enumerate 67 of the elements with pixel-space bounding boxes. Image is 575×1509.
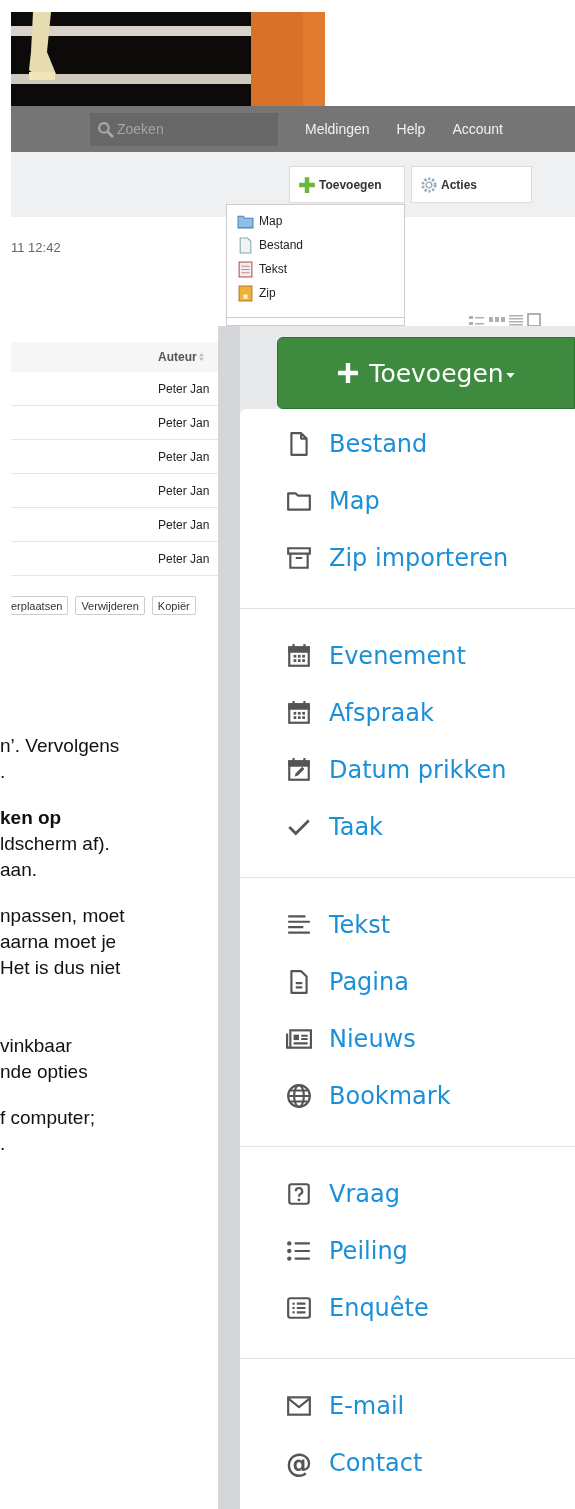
sort-icon[interactable] [198, 353, 204, 361]
table-cell: Peter Jan [158, 381, 210, 396]
menu-item[interactable]: Map [240, 472, 388, 529]
menu-item[interactable]: Datum prikken [240, 741, 515, 798]
document-text: f computer; [0, 1106, 96, 1130]
calendar-icon [286, 699, 312, 726]
add-button[interactable]: Toevoegen [277, 337, 575, 409]
document-text: nde opties [0, 1060, 88, 1084]
menu-item[interactable]: Bestand [240, 415, 436, 472]
table-cell: Peter Jan [158, 449, 210, 464]
gear-icon [420, 175, 438, 194]
table-cell: Peter Jan [158, 483, 210, 498]
menu-item[interactable]: Enquête [240, 1279, 437, 1336]
archive-icon [286, 544, 312, 571]
document-text: npassen, moet [0, 904, 125, 928]
search-icon [97, 120, 114, 138]
at-sign-icon: @ [286, 1449, 312, 1476]
menu-item[interactable]: Bestand [227, 233, 404, 257]
document-icon [237, 260, 254, 278]
table-cell: Peter Jan [158, 551, 210, 566]
document-text: . [0, 760, 6, 784]
menu-item[interactable]: Vraag [240, 1165, 408, 1222]
action-button[interactable]: erplaatsen [11, 596, 69, 615]
document-text: aan. [0, 858, 37, 882]
globe-icon [286, 1082, 312, 1109]
action-button[interactable]: Kopiër [151, 596, 196, 615]
search-field[interactable]: Zoeken [90, 112, 278, 146]
nav-link[interactable]: Account [452, 121, 503, 137]
question-icon [286, 1180, 312, 1207]
menu-item[interactable]: Zip [227, 281, 404, 305]
menu-item[interactable]: Zip importeren [240, 529, 517, 586]
file-icon [237, 236, 254, 254]
document-text: . [0, 1132, 6, 1156]
menu-item[interactable]: @ Contact [240, 1434, 431, 1491]
view-mode-icons[interactable] [469, 313, 541, 327]
document-text: aarna moet je [0, 930, 117, 954]
document-text: Het is dus niet [0, 956, 121, 980]
menu-item[interactable]: Afspraak [240, 684, 442, 741]
document-text: ken op [0, 806, 62, 830]
menu-item[interactable]: Tekst [240, 896, 399, 953]
plus-icon [298, 175, 316, 194]
menu-item[interactable]: Nieuws [240, 1010, 424, 1067]
nav-link[interactable]: Help [396, 121, 426, 137]
table-cell: Peter Jan [158, 415, 210, 430]
plus-icon [337, 362, 360, 384]
calendar-pencil-icon [286, 756, 312, 783]
action-button[interactable]: Verwijderen [75, 596, 145, 615]
menu-item[interactable]: E-mail [240, 1377, 413, 1434]
menu-item[interactable]: Peiling [240, 1222, 416, 1279]
survey-icon [286, 1294, 312, 1321]
menu-item[interactable]: Pagina [240, 953, 417, 1010]
menu-item[interactable]: Map [227, 209, 404, 233]
document-text: vinkbaar [0, 1034, 72, 1058]
toolbar-button[interactable]: Acties [411, 166, 532, 203]
document-text: ldscherm af). [0, 832, 110, 856]
nav-link[interactable]: Meldingen [305, 121, 370, 137]
document-text: n’. Vervolgens [0, 734, 120, 758]
column-header[interactable]: Auteur [158, 350, 197, 364]
toolbar-button[interactable]: Toevoegen [289, 166, 405, 203]
menu-item[interactable]: Bookmark [240, 1067, 459, 1124]
calendar-icon [286, 642, 312, 669]
timestamp: 11 12:42 [11, 240, 61, 256]
table-cell: Peter Jan [158, 517, 210, 532]
menu-item[interactable]: Evenement [240, 627, 474, 684]
menu-item[interactable]: Taak [240, 798, 391, 855]
archive-icon [237, 284, 254, 302]
menu-item[interactable]: Tekst [227, 257, 404, 281]
